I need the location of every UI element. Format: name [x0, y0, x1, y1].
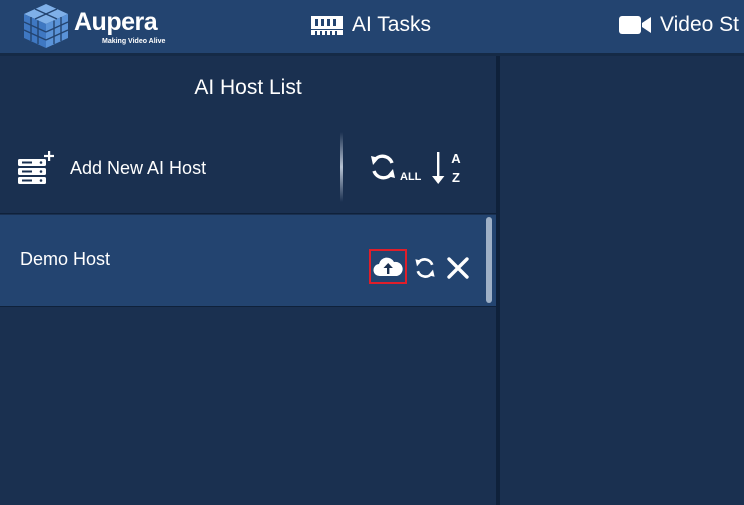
sort-letter-z: Z — [452, 170, 460, 185]
sort-a-z-button[interactable]: A Z — [432, 150, 466, 193]
top-nav-bar: Aupera Making Video Alive AI Tasks Video… — [0, 0, 744, 56]
refresh-all-label: ALL — [400, 171, 422, 183]
brand-name: Aupera — [74, 8, 158, 36]
nav-ai-tasks[interactable]: AI Tasks — [310, 0, 431, 50]
app-root: Aupera Making Video Alive AI Tasks Video… — [0, 0, 744, 505]
right-content-panel — [500, 56, 744, 505]
brand-tagline: Making Video Alive — [102, 38, 166, 45]
host-name: Demo Host — [20, 249, 111, 269]
refresh-host-button[interactable] — [413, 256, 437, 285]
nav-video-streams[interactable]: Video St — [618, 0, 739, 50]
list-divider — [0, 213, 496, 214]
toolbar-divider — [340, 132, 343, 202]
memory-chip-icon — [311, 16, 343, 35]
nav-video-label: Video St — [660, 13, 740, 36]
refresh-icon — [371, 154, 395, 180]
video-camera-icon — [619, 16, 651, 34]
delete-host-button[interactable] — [446, 256, 470, 285]
cloud-upload-icon — [373, 257, 403, 276]
panel-title: AI Host List — [194, 76, 302, 99]
brand-logo[interactable]: Aupera Making Video Alive — [20, 2, 180, 48]
sort-a-z-icon: A Z — [432, 151, 461, 185]
server-add-icon — [18, 151, 54, 184]
host-list-scrollbar[interactable] — [486, 217, 492, 303]
add-new-ai-host-button[interactable]: Add New AI Host — [16, 150, 206, 186]
sort-letter-a: A — [451, 151, 461, 166]
upload-host-button[interactable] — [369, 249, 407, 284]
refresh-all-button[interactable]: ALL — [368, 152, 422, 183]
refresh-icon — [415, 258, 435, 278]
nav-ai-tasks-label: AI Tasks — [352, 13, 431, 36]
add-new-ai-host-label: Add New AI Host — [70, 157, 207, 178]
close-icon — [447, 257, 469, 279]
cube-logo-icon — [23, 4, 69, 48]
